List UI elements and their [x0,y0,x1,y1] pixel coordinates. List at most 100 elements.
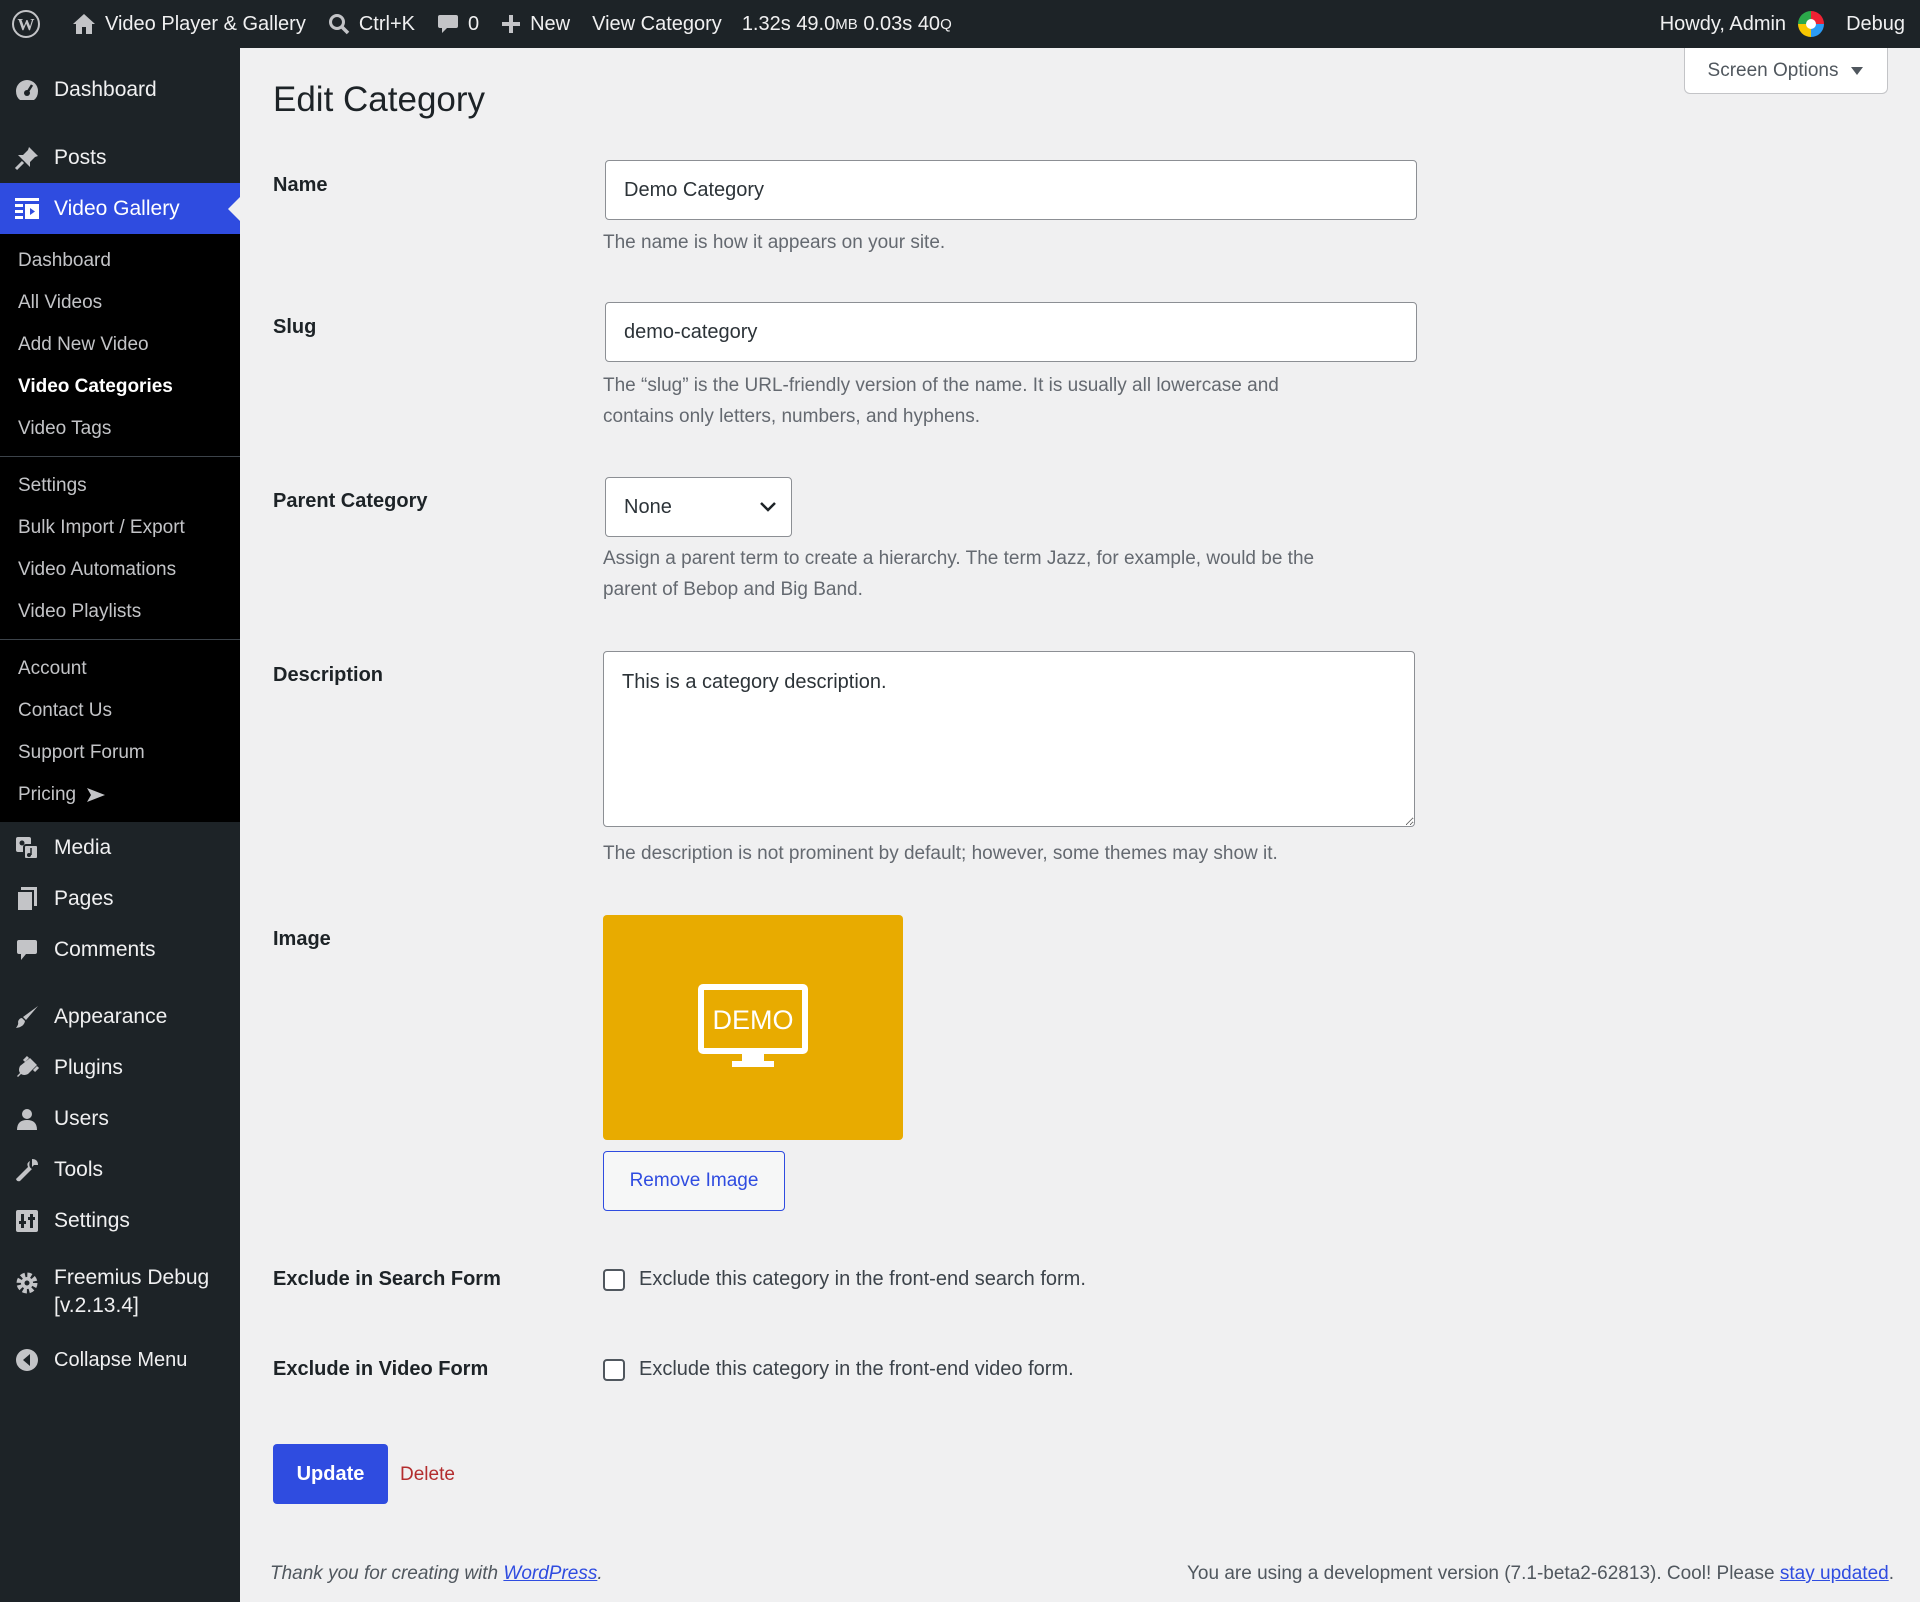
submenu-item-account[interactable]: Account [0,648,240,690]
delete-link[interactable]: Delete [400,1464,455,1486]
name-label: Name [273,174,328,196]
sidebar-item-posts[interactable]: Posts [0,132,240,183]
site-name-link[interactable]: Video Player & Gallery [61,0,317,48]
sidebar-item-label: Users [54,1106,109,1130]
sidebar-item-label: Comments [54,937,156,961]
submenu-item-dashboard[interactable]: Dashboard [0,240,240,282]
update-button[interactable]: Update [273,1444,388,1504]
parent-category-select[interactable]: None [605,477,792,537]
sidebar-item-media[interactable]: Media [0,822,240,873]
slug-description-line2: contains only letters, numbers, and hyph… [603,406,981,427]
view-category-link[interactable]: View Category [581,0,733,48]
demo-monitor-icon: DEMO [698,983,808,1067]
pricing-label: Pricing [18,784,77,805]
sidebar-item-label: Dashboard [54,78,157,101]
sidebar-item-pages[interactable]: Pages [0,873,240,924]
slug-input[interactable]: demo-category [605,302,1417,362]
sidebar-item-comments[interactable]: Comments [0,924,240,975]
submenu-item-contact-us[interactable]: Contact Us [0,690,240,732]
screen-options-label: Screen Options [1707,59,1839,81]
video-gallery-icon [15,197,39,219]
exclude-video-text: Exclude this category in the front-end v… [639,1358,1074,1380]
wordpress-link[interactable]: WordPress [503,1563,597,1584]
settings-sliders-icon [16,1209,38,1232]
submenu-item-video-playlists[interactable]: Video Playlists [0,591,240,633]
submenu-item-video-tags[interactable]: Video Tags [0,408,240,450]
perf-queries-unit: Q [940,15,952,33]
media-icon [16,836,39,860]
submenu-item-support-forum[interactable]: Support Forum [0,732,240,774]
comments-icon [17,939,37,960]
submenu-item-add-new-video[interactable]: Add New Video [0,324,240,366]
plug-icon [17,1055,40,1077]
avatar [1798,11,1825,37]
parent-category-description: Assign a parent term to create a hierarc… [603,543,1423,605]
slug-description-line1: The “slug” is the URL-friendly version o… [603,375,1279,396]
exclude-search-label: Exclude in Search Form [273,1268,501,1290]
sidebar-item-label: Plugins [54,1055,123,1079]
remove-image-button[interactable]: Remove Image [603,1151,785,1211]
sidebar-item-appearance[interactable]: Appearance [0,991,240,1042]
sidebar-item-tools[interactable]: Tools [0,1144,240,1195]
sidebar-item-label: Settings [54,1208,130,1232]
sidebar-item-settings[interactable]: Settings [0,1195,240,1246]
submenu-divider [0,456,240,457]
exclude-search-checkbox[interactable] [603,1268,625,1291]
gear-icon [16,1272,38,1294]
sidebar-item-label: Pages [54,886,114,910]
collapse-menu-button[interactable]: Collapse Menu [0,1336,240,1384]
my-account-link[interactable]: Howdy, Admin [1649,0,1835,48]
parent-description-line2: parent of Bebop and Big Band. [603,579,863,600]
submenu-item-bulk-import-export[interactable]: Bulk Import / Export [0,507,240,549]
stay-updated-link[interactable]: stay updated [1780,1563,1889,1584]
footer-version-end: . [1888,1563,1894,1584]
sidebar-item-users[interactable]: Users [0,1093,240,1144]
description-help: The description is not prominent by defa… [603,843,1278,864]
slug-description: The “slug” is the URL-friendly version o… [603,370,1423,432]
collapse-icon [16,1349,38,1371]
query-monitor-link[interactable]: 1.32s 49.0 MB 0.03s 40 Q [733,0,963,48]
site-name: Video Player & Gallery [105,12,306,35]
perf-time: 1.32s [741,12,791,35]
command-palette-button[interactable]: Ctrl+K [317,0,426,48]
paintbrush-icon [16,1005,38,1028]
submenu-item-pricing[interactable]: Pricing [0,774,240,816]
sidebar-item-dashboard[interactable]: Dashboard [0,64,240,116]
freemius-version: [v.2.13.4] [54,1294,139,1317]
search-icon [328,14,350,35]
wrench-icon [16,1158,38,1181]
footer-thanks: Thank you for creating with WordPress. [270,1563,603,1585]
submenu-item-settings[interactable]: Settings [0,465,240,507]
name-input[interactable]: Demo Category [605,160,1417,220]
wordpress-logo-icon[interactable]: W [0,0,61,48]
view-category-label: View Category [592,12,722,35]
new-content-link[interactable]: New [490,0,581,48]
collapse-menu-label: Collapse Menu [54,1348,188,1371]
perf-memory: 49.0 [796,12,836,35]
description-textarea[interactable]: This is a category description. [603,651,1415,827]
pushpin-icon [14,146,38,170]
sidebar-item-label: Tools [54,1157,104,1181]
submenu-item-video-automations[interactable]: Video Automations [0,549,240,591]
footer-version: You are using a development version (7.1… [1187,1563,1894,1585]
description-label: Description [273,664,384,686]
footer-thanks-text: Thank you for creating with [270,1563,504,1584]
sidebar-item-video-gallery[interactable]: Video Gallery [0,183,240,234]
name-input-value: Demo Category [624,178,765,201]
submenu-item-all-videos[interactable]: All Videos [0,282,240,324]
chevron-down-icon [760,502,776,512]
screen-options-button[interactable]: Screen Options [1684,48,1888,94]
sidebar-item-label: Appearance [54,1004,168,1028]
sidebar-item-label: Video Gallery [54,196,180,220]
sidebar-item-freemius-debug[interactable]: Freemius Debug [v.2.13.4] [0,1262,240,1328]
user-icon [17,1108,37,1130]
submenu-item-video-categories[interactable]: Video Categories [0,366,240,408]
parent-category-value: None [624,495,672,518]
debug-link[interactable]: Debug [1835,0,1920,48]
comments-link[interactable]: 0 [426,0,490,48]
video-gallery-submenu: Dashboard All Videos Add New Video Video… [0,234,240,822]
exclude-video-checkbox[interactable] [603,1358,625,1381]
debug-label: Debug [1846,12,1905,35]
category-image: DEMO [603,915,903,1140]
sidebar-item-plugins[interactable]: Plugins [0,1042,240,1093]
